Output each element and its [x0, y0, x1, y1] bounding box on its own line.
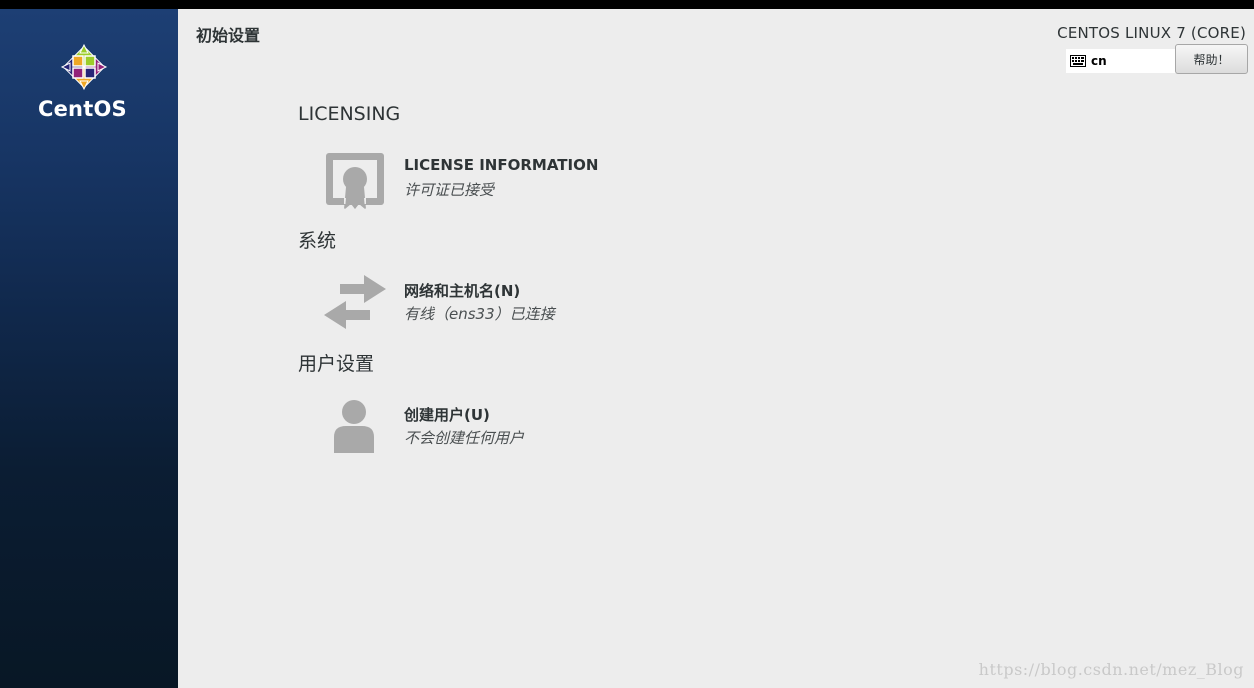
- section-title-system: 系统: [298, 230, 337, 252]
- user-icon: [334, 400, 374, 453]
- spoke-create-user[interactable]: 创建用户(U) 不会创建任何用户: [318, 399, 718, 461]
- os-name-label: CENTOS LINUX 7 (CORE): [1057, 24, 1246, 42]
- keyboard-layout-indicator[interactable]: cn: [1066, 49, 1176, 73]
- sidebar: CentOS: [0, 9, 178, 688]
- spoke-status: 不会创建任何用户: [404, 429, 525, 447]
- network-arrows-icon: [324, 275, 386, 329]
- top-black-bar: [0, 0, 1254, 9]
- section-title-user-settings: 用户设置: [298, 353, 375, 375]
- watermark: https://blog.csdn.net/mez_Blog: [978, 660, 1244, 679]
- logo-text: CentOS: [38, 97, 127, 121]
- spoke-license-information[interactable]: LICENSE INFORMATION 许可证已接受: [318, 151, 718, 213]
- keyboard-icon: [1070, 55, 1086, 67]
- spoke-title: LICENSE INFORMATION: [404, 156, 599, 174]
- spoke-network-hostname[interactable]: 网络和主机名(N) 有线（ens33）已连接: [318, 275, 718, 337]
- spoke-status: 有线（ens33）已连接: [404, 305, 555, 323]
- spoke-title: 网络和主机名(N): [404, 282, 521, 300]
- spoke-status: 许可证已接受: [404, 181, 495, 199]
- spoke-title: 创建用户(U): [404, 406, 490, 424]
- centos-logo-icon: [60, 43, 108, 91]
- centos-logo: CentOS: [38, 43, 130, 121]
- license-certificate-icon: [326, 153, 384, 209]
- help-button[interactable]: 帮助！: [1175, 44, 1248, 74]
- main-content: 初始设置 CENTOS LINUX 7 (CORE) cn 帮助！ LICENS…: [178, 9, 1254, 688]
- keyboard-layout-label: cn: [1091, 54, 1107, 68]
- page-title: 初始设置: [196, 26, 261, 45]
- section-title-licensing: LICENSING: [298, 103, 401, 125]
